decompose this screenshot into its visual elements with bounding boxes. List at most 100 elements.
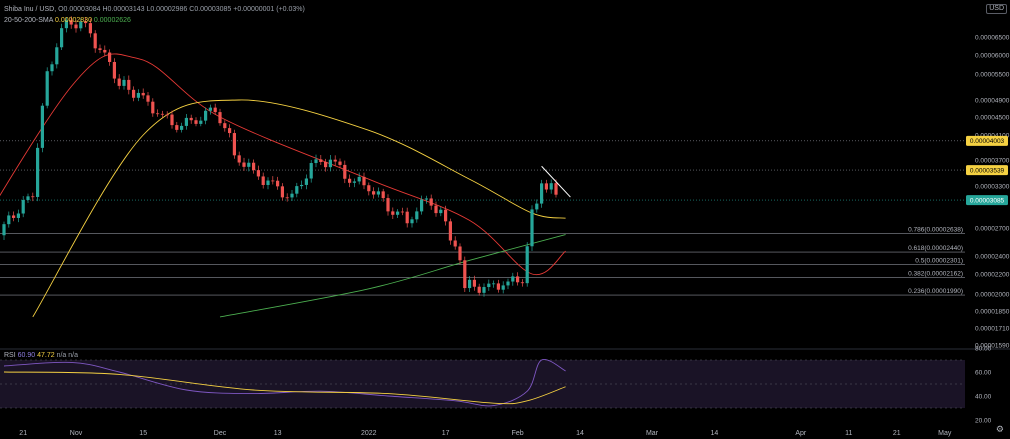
date-tick-label: 14: [711, 430, 719, 437]
candle-body: [285, 197, 289, 199]
date-tick-label: May: [938, 430, 952, 437]
sma50-line: [32, 99, 566, 318]
candle-body: [290, 193, 294, 198]
date-tick-label: 21: [893, 430, 901, 437]
candle-body: [170, 114, 174, 126]
price-badge-label: 0.00003539: [970, 168, 1005, 175]
candle-body: [367, 185, 371, 192]
candle-body: [400, 211, 404, 213]
candle-body: [242, 162, 246, 167]
candle-body: [252, 162, 256, 171]
candle-body: [468, 279, 472, 289]
candle-body: [463, 260, 467, 289]
candle-body: [439, 209, 443, 214]
candle-body: [165, 114, 169, 116]
price-tick-label: 0.00001850: [975, 309, 1010, 316]
candle-body: [487, 283, 491, 288]
rsi-tick-label: 60.00: [975, 370, 992, 377]
candle-body: [357, 176, 361, 182]
fib-level-label: 0.5(0.00002301): [915, 258, 963, 265]
legend-title: Shiba Inu / USD,: [4, 6, 59, 13]
legend-rsi: RSI 60.90 47.72 n/a n/a: [4, 351, 78, 360]
candle-body: [415, 211, 419, 220]
candle-body: [16, 213, 20, 218]
date-tick-label: Mar: [646, 430, 659, 437]
candle-body: [108, 52, 112, 62]
candle-body: [74, 24, 78, 29]
candle-body: [60, 28, 64, 48]
candle-body: [266, 180, 270, 185]
candle-body: [324, 161, 328, 168]
sma200-value: 0.00002626: [93, 17, 131, 24]
candle-body: [540, 183, 544, 204]
candle-body: [184, 117, 188, 126]
candle-body: [122, 79, 126, 86]
candle-body: [348, 178, 352, 183]
candle-body: [50, 64, 54, 72]
date-tick-label: 15: [139, 430, 147, 437]
gear-icon[interactable]: ⚙: [996, 424, 1004, 435]
candle-body: [151, 101, 155, 114]
candle-body: [208, 107, 212, 111]
candle-body: [146, 95, 150, 102]
rsi-value: 60.90: [17, 352, 36, 359]
candle-body: [511, 276, 515, 282]
candle-body: [280, 186, 284, 198]
candle-body: [127, 79, 131, 90]
rsi-tick-label: 80.00: [975, 346, 992, 353]
candle-body: [304, 178, 308, 185]
candle-body: [175, 125, 179, 130]
date-tick-label: 13: [274, 430, 282, 437]
candle-body: [2, 224, 6, 236]
sma-label: 20-50-200-SMA: [4, 17, 54, 24]
rsi-extra-1: n/a: [56, 352, 67, 359]
date-tick-label: 17: [442, 430, 450, 437]
price-tick-label: 0.00002400: [975, 254, 1010, 261]
candle-body: [501, 285, 505, 290]
candle-body: [247, 162, 251, 167]
candle-body: [549, 183, 553, 190]
price-tick-label: 0.00003700: [975, 158, 1010, 165]
candle-body: [98, 48, 102, 50]
candle-body: [103, 49, 107, 53]
fib-level-label: 0.236(0.00001990): [908, 288, 963, 295]
sma50-value: 0.00002830: [54, 17, 92, 24]
rsi-label: RSI: [4, 352, 16, 359]
candle-body: [492, 283, 496, 285]
candle-body: [376, 191, 380, 195]
fib-level-label: 0.382(0.00002162): [908, 271, 963, 278]
candle-body: [405, 211, 409, 224]
candle-body: [132, 89, 136, 98]
chart-canvas[interactable]: 0.786(0.00002638) 0.618(0.00002440) 0.5(0.…: [0, 0, 1010, 439]
candle-body: [429, 198, 433, 206]
rsi-tick-label: 20.00: [975, 418, 992, 425]
date-tick-label: Dec: [214, 430, 227, 437]
currency-badge[interactable]: USD: [986, 4, 1007, 14]
candle-body: [482, 287, 486, 293]
date-tick-label: 21: [19, 430, 27, 437]
candle-body: [189, 117, 193, 121]
candle-body: [180, 125, 184, 130]
candle-body: [237, 155, 241, 163]
candle-body: [314, 159, 318, 164]
date-tick-label: 14: [576, 430, 584, 437]
candle-body: [535, 203, 539, 210]
candle-body: [333, 159, 337, 162]
price-tick-label: 0.00002700: [975, 226, 1010, 233]
candle-body: [352, 181, 356, 183]
price-tick-label: 0.00005500: [975, 72, 1010, 79]
candle-body: [40, 105, 44, 148]
legend-ohlc: O0.00003084 H0.00003143 L0.00002986 C0.0…: [58, 6, 305, 13]
candle-body: [420, 199, 424, 212]
candle-body: [338, 161, 342, 165]
candle-body: [276, 180, 280, 187]
price-badge-label: 0.00004003: [970, 138, 1005, 145]
date-tick-label: Feb: [512, 430, 524, 437]
candle-body: [232, 133, 236, 156]
candle-body: [434, 205, 438, 214]
candle-body: [12, 215, 16, 218]
price-tick-label: 0.00002200: [975, 272, 1010, 279]
candle-body: [160, 113, 164, 115]
candle-body: [554, 183, 558, 195]
candle-body: [424, 198, 428, 200]
